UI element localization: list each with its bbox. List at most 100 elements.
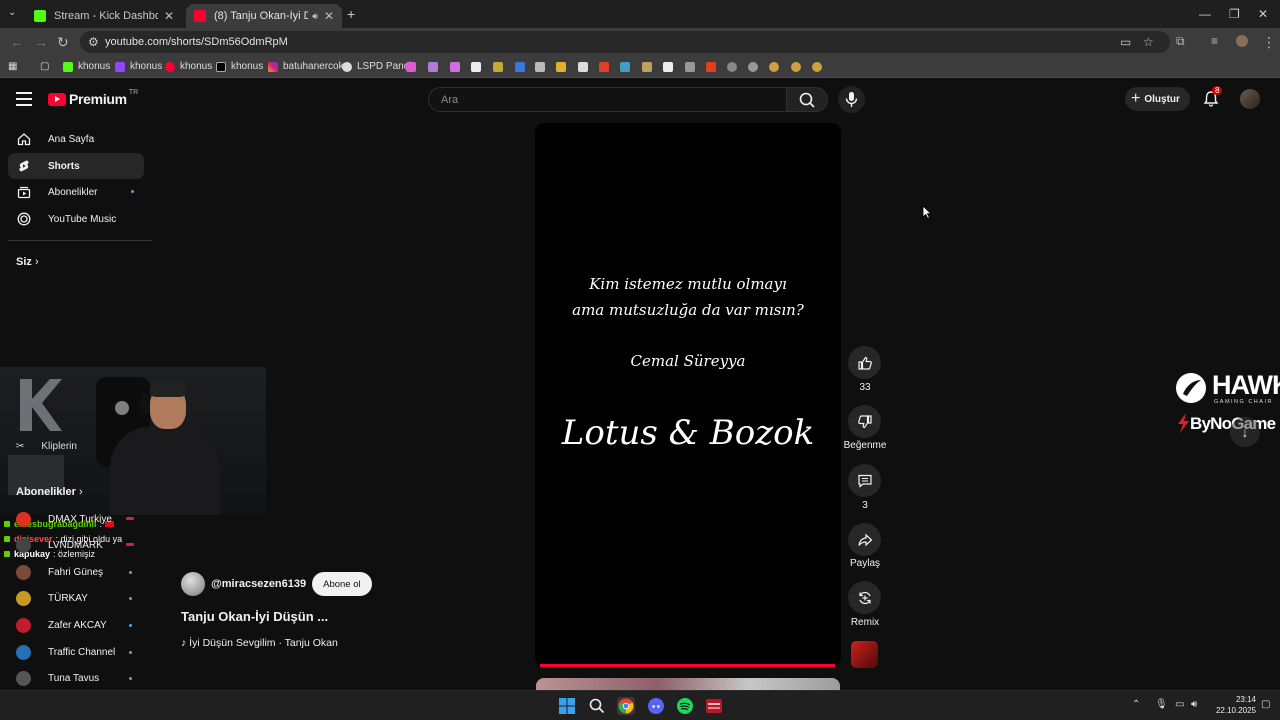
video-progress-bar[interactable] [540, 664, 835, 667]
subscription-item[interactable]: Fahri Güneş [16, 561, 146, 583]
channel-handle[interactable]: @miracsezen6139 [211, 578, 306, 590]
obs-app-icon[interactable] [705, 697, 723, 715]
menu-icon[interactable]: ⋮ [1262, 34, 1276, 51]
account-avatar[interactable] [1240, 89, 1260, 109]
subscriptions-icon [17, 185, 31, 199]
sidebar-item-youtube-music[interactable]: YouTube Music [8, 206, 144, 232]
media-icon[interactable]: ≡ [1211, 34, 1218, 48]
volume-icon[interactable]: 🔊︎ [1191, 699, 1197, 710]
subscription-item[interactable]: Traffic Channel [16, 641, 146, 663]
bookmark-youtube[interactable]: khonus [165, 61, 212, 72]
close-tab-icon[interactable]: ✕ [324, 9, 334, 23]
bookmark-icon[interactable] [812, 62, 822, 72]
bookmark-icon[interactable] [535, 62, 545, 72]
notification-center-icon[interactable]: ▢ [1261, 699, 1270, 710]
windows-start-icon[interactable] [558, 697, 576, 715]
comments-button[interactable] [848, 464, 881, 497]
search-icon[interactable] [588, 697, 606, 715]
sidebar-item-subscriptions[interactable]: Abonelikler [8, 179, 144, 205]
subscription-item[interactable]: DMAX Turkiye [16, 508, 146, 530]
bookmark-icon[interactable] [769, 62, 779, 72]
chevron-up-icon[interactable]: ⌃ [1132, 699, 1140, 710]
bookmark-instagram[interactable]: batuhanercok [268, 61, 344, 72]
bookmark-kick[interactable]: khonus [63, 61, 110, 72]
install-icon[interactable]: ▭ [1120, 35, 1131, 49]
bookmark-icon[interactable] [556, 62, 566, 72]
like-button[interactable] [848, 346, 881, 379]
sidebar-item-shorts[interactable]: Shorts [8, 153, 144, 179]
network-icon[interactable]: ▭ [1175, 699, 1184, 710]
bookmark-icon[interactable] [663, 62, 673, 72]
create-button[interactable]: + Oluştur [1125, 87, 1190, 111]
subscriptions-header[interactable]: Abonelikler › [16, 486, 83, 498]
spotify-icon[interactable] [676, 697, 694, 715]
bookmark-icon[interactable] [748, 62, 758, 72]
tab-kick-dashboard[interactable]: Stream - Kick Dashboard ✕ [26, 4, 182, 28]
search-button[interactable] [786, 87, 828, 112]
system-clock[interactable]: 23:14 22.10.2025 [1206, 694, 1256, 716]
bookmark-icon[interactable] [578, 62, 588, 72]
shorts-video-player[interactable]: Kim istemez mutlu olmayı ama mutsuzluğa … [535, 123, 841, 667]
bookmark-lspd[interactable]: LSPD Panel [342, 61, 411, 72]
address-bar[interactable]: ⚙ youtube.com/shorts/SDm56OdmRpM ▭ ☆ [80, 31, 1170, 53]
subscription-item[interactable]: TÜRKAY [16, 587, 146, 609]
short-title[interactable]: Tanju Okan-İyi Düşün ... [181, 609, 328, 624]
subscribe-button[interactable]: Abone ol [312, 572, 372, 596]
channel-avatar[interactable] [181, 572, 205, 596]
youtube-premium-logo[interactable]: Premium TR [48, 89, 138, 107]
notifications-button[interactable]: 8 [1202, 86, 1223, 108]
sound-link[interactable]: ♪ İyi Düşün Sevgilim · Tanju Okan [181, 637, 338, 649]
bookmark-icon[interactable] [406, 62, 416, 72]
bookmark-icon[interactable] [599, 62, 609, 72]
sidebar-item-clips[interactable]: ✂ Kliplerin [16, 441, 77, 452]
apps-icon[interactable]: ▦ [8, 61, 17, 72]
bookmark-icon[interactable] [706, 62, 716, 72]
bookmark-icon[interactable] [685, 62, 695, 72]
search-input[interactable]: Ara [428, 87, 786, 112]
reload-button[interactable]: ↻ [57, 34, 69, 51]
profile-avatar[interactable] [1236, 35, 1248, 47]
bookmark-star-icon[interactable]: ☆ [1143, 35, 1154, 49]
tab-youtube-short[interactable]: (8) Tanju Okan-İyi Düşün S... 🔊︎ ✕ [186, 4, 342, 28]
restore-button[interactable]: ❐ [1229, 7, 1240, 21]
folder-icon[interactable]: ▢ [40, 61, 49, 72]
extensions-icon[interactable]: ⧉ [1176, 34, 1185, 49]
sound-thumbnail[interactable] [851, 641, 878, 668]
bookmark-icon[interactable] [471, 62, 481, 72]
bookmark-icon[interactable] [428, 62, 438, 72]
you-section-header[interactable]: Siz › [16, 256, 39, 268]
close-window-button[interactable]: ✕ [1258, 7, 1268, 21]
guide-menu-icon[interactable] [16, 92, 32, 106]
bookmark-x[interactable]: khonus [216, 61, 263, 72]
sidebar-item-home[interactable]: Ana Sayfa [8, 126, 144, 152]
next-short-preview[interactable] [536, 678, 840, 690]
voice-search-button[interactable] [838, 86, 865, 113]
bookmark-icon[interactable] [620, 62, 630, 72]
badge-icon [4, 550, 10, 557]
microphone-icon[interactable]: 🎙︎ [1155, 699, 1168, 710]
subscription-item[interactable]: Zafer AKCAY [16, 614, 146, 636]
speaker-icon[interactable]: 🔊︎ [312, 11, 318, 22]
site-info-icon[interactable]: ⚙ [88, 35, 99, 49]
bookmark-icon[interactable] [493, 62, 503, 72]
bookmark-icon[interactable] [450, 62, 460, 72]
minimize-button[interactable]: — [1199, 7, 1211, 21]
bookmark-icon[interactable] [515, 62, 525, 72]
new-tab-button[interactable]: + [347, 6, 355, 22]
subscription-item[interactable]: LVNDMARK [16, 534, 146, 556]
bookmark-icon[interactable] [642, 62, 652, 72]
remix-button[interactable] [848, 581, 881, 614]
chrome-icon[interactable] [617, 697, 635, 715]
next-short-button[interactable]: ↓ [1230, 417, 1260, 447]
bookmark-icon[interactable] [791, 62, 801, 72]
subscription-item[interactable]: Tuna Tavus [16, 667, 146, 689]
back-button[interactable]: ← [10, 34, 24, 50]
bookmark-twitch[interactable]: khonus [115, 61, 162, 72]
close-tab-icon[interactable]: ✕ [164, 9, 174, 23]
discord-icon[interactable] [647, 697, 665, 715]
bookmark-icon[interactable] [727, 62, 737, 72]
tab-search-icon[interactable]: ⌄ [8, 7, 16, 18]
dislike-button[interactable] [848, 405, 881, 438]
forward-button[interactable]: → [34, 34, 48, 50]
share-button[interactable] [848, 523, 881, 556]
